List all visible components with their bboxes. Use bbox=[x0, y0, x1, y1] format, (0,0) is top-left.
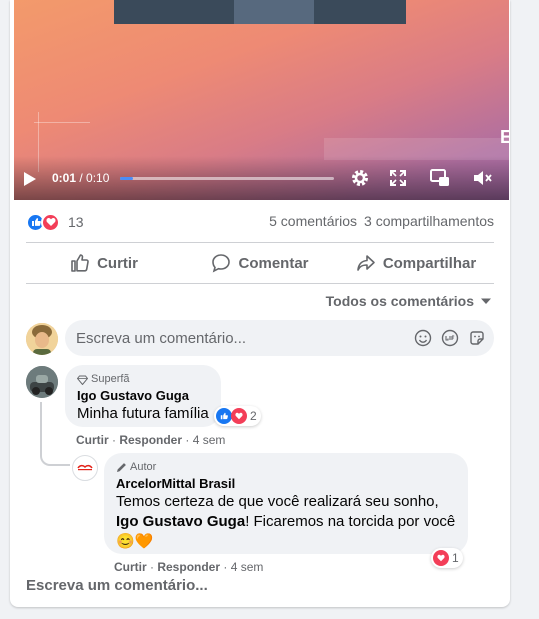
share-arrow-icon bbox=[357, 255, 375, 271]
comment-reaction-count: 2 bbox=[250, 409, 257, 423]
video-progress-bar[interactable] bbox=[120, 177, 334, 180]
video-controls: 0:01 / 0:10 bbox=[14, 156, 509, 200]
reply-text-line1: Temos certeza de que você realizará seu … bbox=[116, 493, 439, 510]
reply-mention[interactable]: Igo Gustavo Guga bbox=[116, 513, 245, 530]
time-separator: / bbox=[76, 171, 87, 185]
video-player[interactable]: E 0:01 / 0:10 bbox=[14, 0, 509, 200]
comment-reactions[interactable]: 2 bbox=[214, 406, 261, 426]
share-button[interactable]: Compartilhar bbox=[338, 244, 494, 282]
shares-count-link[interactable]: 3 compartilhamentos bbox=[364, 213, 494, 229]
comment-button[interactable]: Comentar bbox=[182, 244, 338, 282]
comment-author[interactable]: Igo Gustavo Guga bbox=[77, 388, 209, 404]
engagement-counts: 5 comentários 3 compartilhamentos bbox=[269, 213, 494, 229]
comment-filter-dropdown[interactable]: Todos os comentários bbox=[326, 293, 492, 309]
pencil-icon bbox=[117, 463, 126, 472]
video-guide-line bbox=[34, 122, 90, 123]
author-badge: Autor bbox=[116, 461, 456, 474]
reply-meta: Curtir · Responder · 4 sem bbox=[114, 560, 264, 574]
write-comment-link[interactable]: Escreva um comentário... bbox=[26, 577, 208, 594]
emoji-smiley-icon[interactable] bbox=[414, 329, 432, 347]
like-button-label: Curtir bbox=[97, 254, 138, 272]
reaction-summary[interactable]: 13 bbox=[26, 212, 84, 232]
reply-reply-link[interactable]: Responder bbox=[157, 560, 220, 574]
comment-button-label: Comentar bbox=[238, 254, 309, 272]
diamond-icon bbox=[77, 375, 88, 385]
reply-like-link[interactable]: Curtir bbox=[114, 560, 147, 574]
reply-emoji: 😊🧡 bbox=[116, 533, 154, 550]
divider bbox=[26, 283, 494, 284]
comment-time[interactable]: 4 sem bbox=[193, 433, 226, 447]
comment-text: Minha futura família bbox=[77, 405, 209, 422]
like-button[interactable]: Curtir bbox=[26, 244, 182, 282]
page-avatar[interactable] bbox=[72, 455, 98, 481]
reply-text: Temos certeza de que você realizará seu … bbox=[116, 492, 456, 552]
comment-composer-input[interactable]: Escreva um comentário... bbox=[65, 320, 494, 356]
share-button-label: Compartilhar bbox=[382, 254, 477, 272]
duration: 0:10 bbox=[86, 171, 110, 185]
comment-bubble: Superfã Igo Gustavo Guga Minha futura fa… bbox=[65, 365, 221, 427]
current-user-avatar[interactable] bbox=[26, 323, 58, 355]
settings-gear-icon[interactable] bbox=[350, 168, 370, 188]
like-reaction-icon bbox=[216, 408, 232, 424]
reply-reactions[interactable]: 1 bbox=[431, 548, 463, 568]
fullscreen-icon[interactable] bbox=[390, 170, 406, 186]
reply-reaction-count: 1 bbox=[452, 551, 459, 565]
reply-time[interactable]: 4 sem bbox=[231, 560, 264, 574]
reply-bubble: Autor ArcelorMittal Brasil Temos certeza… bbox=[104, 453, 468, 554]
comment-bubble-icon bbox=[212, 254, 231, 273]
comment-like-link[interactable]: Curtir bbox=[76, 433, 109, 447]
volume-muted-icon[interactable] bbox=[472, 169, 494, 187]
comments-count-link[interactable]: 5 comentários bbox=[269, 213, 357, 229]
divider bbox=[26, 242, 494, 243]
comment-composer-placeholder: Escreva um comentário... bbox=[76, 329, 247, 347]
love-reaction-icon bbox=[231, 408, 247, 424]
comment-meta: Curtir · Responder · 4 sem bbox=[76, 433, 226, 447]
current-time: 0:01 bbox=[52, 171, 77, 185]
reaction-count: 13 bbox=[68, 214, 84, 230]
comment-reply-link[interactable]: Responder bbox=[119, 433, 182, 447]
commenter-avatar[interactable] bbox=[26, 366, 58, 398]
video-progress-fill bbox=[120, 177, 133, 180]
post-actions: Curtir Comentar Compartilhar bbox=[26, 244, 494, 282]
superfan-badge: Superfã bbox=[77, 373, 209, 386]
reply-text-line2: ! Ficaremos na torcida por você bbox=[245, 513, 456, 530]
play-icon[interactable] bbox=[24, 172, 36, 186]
video-frame-image bbox=[114, 0, 406, 24]
love-reaction-icon bbox=[433, 550, 449, 566]
author-badge-label: Autor bbox=[130, 461, 157, 473]
reply-author[interactable]: ArcelorMittal Brasil bbox=[116, 476, 456, 492]
video-overlay-text: E bbox=[500, 127, 509, 147]
comment-filter-label: Todos os comentários bbox=[325, 293, 474, 309]
sticker-icon[interactable] bbox=[468, 329, 486, 347]
superfan-badge-label: Superfã bbox=[91, 373, 130, 385]
love-reaction-icon bbox=[41, 212, 60, 232]
thumbs-up-icon bbox=[71, 254, 89, 272]
caret-down-icon bbox=[481, 298, 491, 304]
picture-in-picture-icon[interactable] bbox=[430, 169, 450, 187]
video-time: 0:01 / 0:10 bbox=[52, 171, 109, 185]
composer-tools bbox=[414, 329, 486, 347]
gif-icon[interactable] bbox=[441, 329, 459, 347]
